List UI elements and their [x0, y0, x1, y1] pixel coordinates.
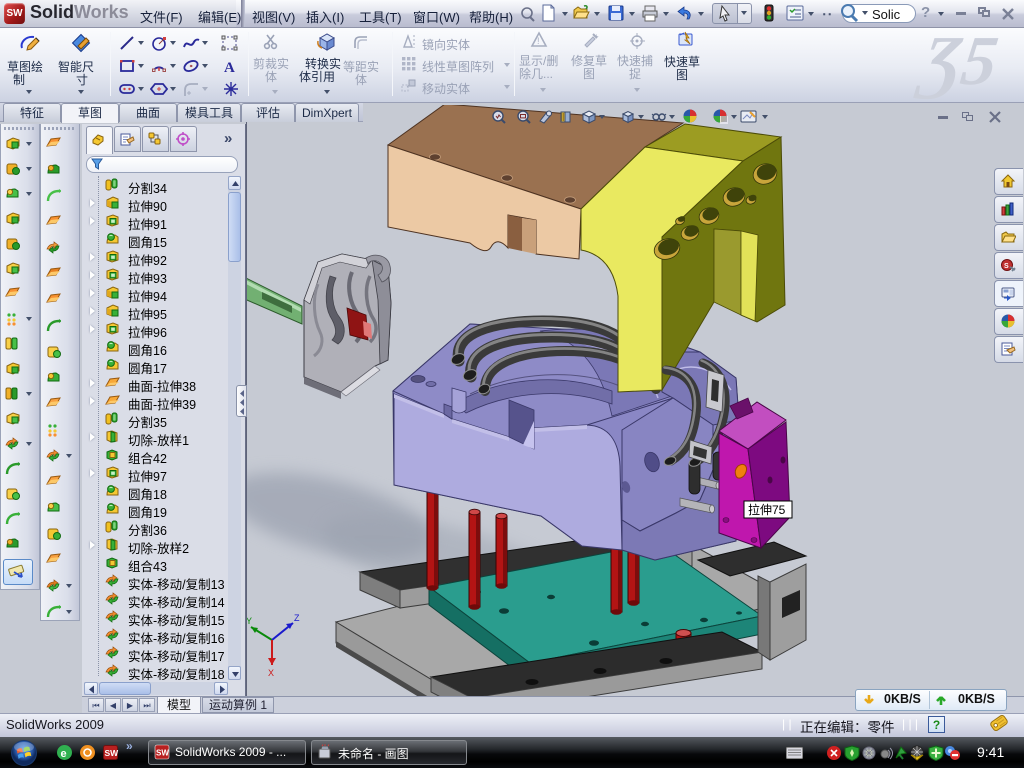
svg-text:Z: Z — [294, 613, 300, 623]
svg-text:e: e — [61, 748, 67, 760]
svg-text:Y: Y — [247, 616, 252, 626]
svg-text:+: + — [594, 32, 599, 41]
svg-text:SW: SW — [105, 748, 120, 758]
svg-text:拉伸75: 拉伸75 — [748, 502, 786, 517]
svg-text:A: A — [224, 60, 235, 75]
svg-text:X: X — [268, 668, 274, 678]
svg-text:SW: SW — [156, 749, 169, 758]
svg-text:S: S — [1004, 263, 1009, 270]
svg-text:!: ! — [537, 36, 540, 46]
